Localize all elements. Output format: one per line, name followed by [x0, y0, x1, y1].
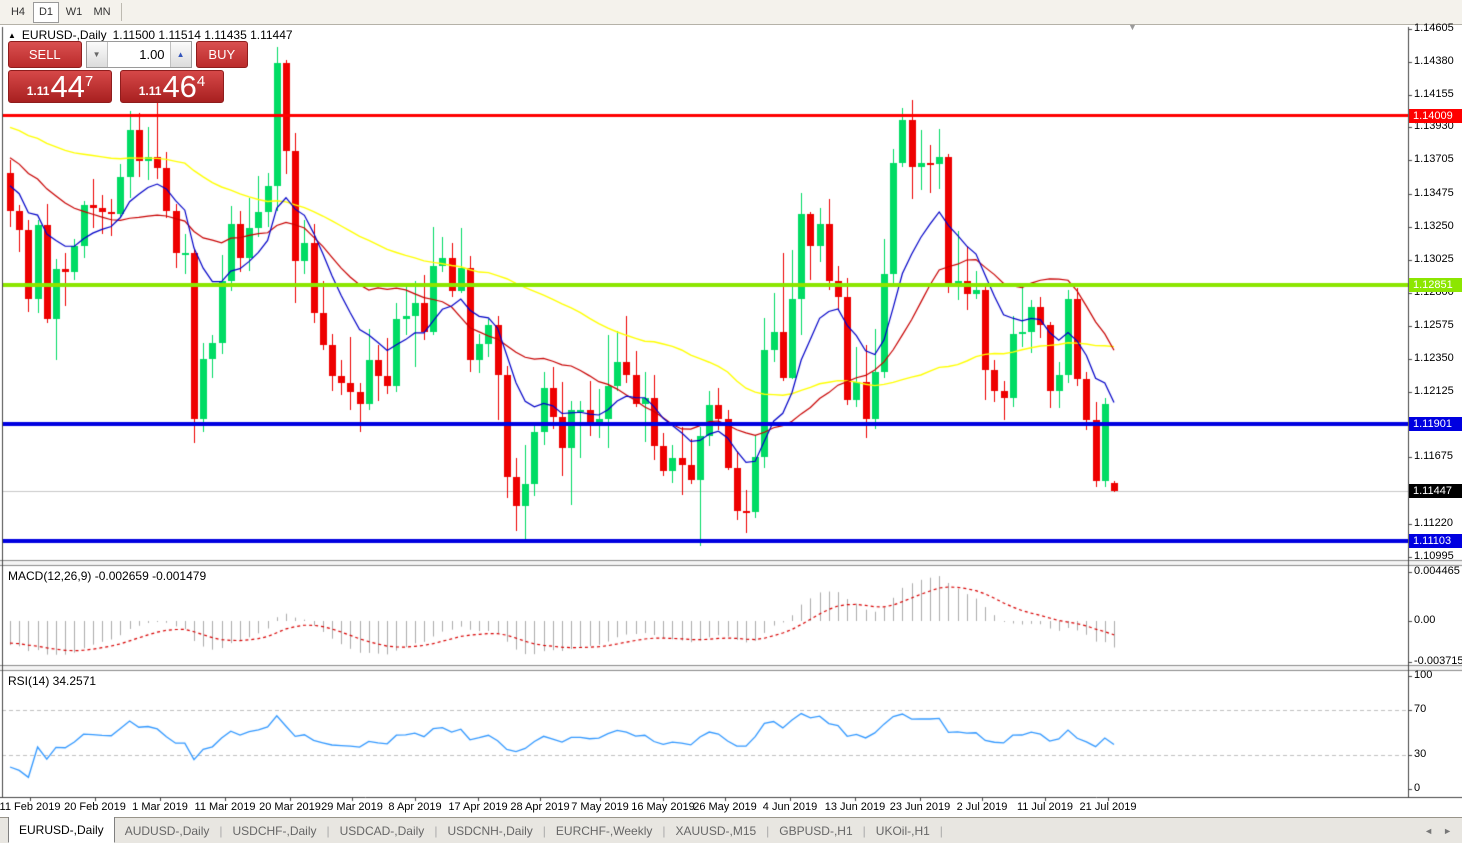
tab-scroll-left-icon[interactable]: ◄: [1424, 826, 1433, 836]
chart-window: ▼ ▲ EURUSD-,Daily 1.11500 1.11514 1.1143…: [0, 25, 1462, 817]
price-axis-tick: 1.11675: [1414, 450, 1453, 462]
rsi-label: RSI(14) 34.2571: [8, 674, 96, 688]
chart-canvas[interactable]: [0, 25, 1462, 817]
price-axis-tick: 1.11220: [1414, 517, 1453, 529]
symbol-tab-usdchf[interactable]: USDCHF-,Daily: [223, 819, 327, 843]
chart-ohlc-values: 1.11500 1.11514 1.11435 1.11447: [113, 28, 293, 42]
price-axis-tick: 1.13025: [1414, 253, 1454, 265]
timeframe-buttons: H4D1W1MN: [4, 2, 116, 23]
chart-title: ▲ EURUSD-,Daily 1.11500 1.11514 1.11435 …: [8, 28, 293, 42]
sell-price-box[interactable]: 1.11447: [8, 70, 112, 103]
price-level-badge: 1.11103: [1409, 534, 1462, 548]
volume-increase-icon[interactable]: ▲: [170, 42, 191, 67]
price-axis-tick: 1.12350: [1414, 352, 1454, 364]
timeframe-button-w1[interactable]: W1: [61, 2, 87, 23]
tab-separator: |: [940, 824, 943, 838]
symbol-tab-usdcad[interactable]: USDCAD-,Daily: [330, 819, 435, 843]
macd-label: MACD(12,26,9) -0.002659 -0.001479: [8, 569, 206, 583]
timeframe-toolbar: H4D1W1MN: [0, 0, 1462, 25]
collapse-panel-icon[interactable]: ▲: [8, 31, 16, 40]
tab-scroll-right-icon[interactable]: ►: [1443, 826, 1452, 836]
rsi-axis-tick: 70: [1414, 703, 1426, 715]
price-axis-tick: 1.12125: [1414, 385, 1454, 397]
sell-button[interactable]: SELL: [8, 41, 82, 68]
symbol-tab-gbpusd[interactable]: GBPUSD-,H1: [769, 819, 862, 843]
scroll-to-end-marker[interactable]: ▼: [1128, 22, 1137, 32]
price-axis-tick: 1.12575: [1414, 319, 1454, 331]
symbol-tab-eurusd[interactable]: EURUSD-,Daily: [8, 816, 115, 843]
buy-price-prefix: 1.11: [139, 84, 162, 98]
symbol-tab-eurchf[interactable]: EURCHF-,Weekly: [546, 819, 662, 843]
volume-input[interactable]: [108, 42, 170, 67]
timeframe-button-h4[interactable]: H4: [5, 2, 31, 23]
buy-price-box[interactable]: 1.11464: [120, 70, 224, 103]
rsi-axis-tick: 100: [1414, 669, 1432, 681]
symbol-tab-bar: EURUSD-,DailyAUDUSD-,Daily | USDCHF-,Daily…: [0, 817, 1462, 843]
macd-axis-tick: -0.003715: [1414, 655, 1462, 667]
price-level-badge: 1.14009: [1409, 109, 1462, 123]
buy-button[interactable]: BUY: [196, 41, 248, 68]
rsi-axis-tick: 0: [1414, 782, 1420, 794]
volume-stepper: ▼ ▲: [86, 41, 192, 68]
price-level-badge: 1.11447: [1409, 484, 1462, 498]
symbol-tab-ukoil[interactable]: UKOil-,H1: [866, 819, 940, 843]
sell-price-prefix: 1.11: [27, 84, 50, 98]
price-axis-tick: 1.13705: [1414, 153, 1454, 165]
price-level-badge: 1.11901: [1409, 417, 1462, 431]
price-axis-tick: 1.13475: [1414, 187, 1454, 199]
trade-panel-prices: 1.11447 1.11464: [8, 70, 248, 103]
timeframe-button-mn[interactable]: MN: [89, 2, 115, 23]
price-level-badge: 1.12851: [1409, 278, 1462, 292]
sell-price-big: 44: [50, 72, 84, 101]
buy-price-big: 46: [162, 72, 196, 101]
one-click-trade-panel: SELL ▼ ▲ BUY 1.11447 1.11464: [8, 41, 248, 103]
timeframe-button-d1[interactable]: D1: [33, 2, 59, 23]
tab-scroll-nav: ◄ ►: [1424, 826, 1462, 836]
price-axis-tick: 1.10995: [1414, 550, 1454, 562]
buy-price-sup: 4: [197, 73, 205, 90]
price-axis-tick: 1.14605: [1414, 22, 1454, 34]
volume-decrease-icon[interactable]: ▼: [87, 42, 108, 67]
symbol-tab-usdcnh[interactable]: USDCNH-,Daily: [437, 819, 542, 843]
macd-axis-tick: 0.00: [1414, 614, 1435, 626]
macd-axis-tick: 0.004465: [1414, 565, 1460, 577]
symbol-tab-xauusd[interactable]: XAUUSD-,M15: [665, 819, 766, 843]
symbol-tab-audusd[interactable]: AUDUSD-,Daily: [115, 819, 220, 843]
trade-panel-controls: SELL ▼ ▲ BUY: [8, 41, 248, 68]
sell-price-sup: 7: [85, 73, 93, 90]
price-axis-tick: 1.14380: [1414, 55, 1454, 67]
price-axis-tick: 1.13250: [1414, 220, 1454, 232]
rsi-axis-tick: 30: [1414, 748, 1426, 760]
toolbar-separator: [121, 3, 122, 21]
price-axis-tick: 1.14155: [1414, 88, 1454, 100]
symbol-tabs: EURUSD-,DailyAUDUSD-,Daily | USDCHF-,Daily…: [8, 818, 943, 843]
chart-symbol-period: EURUSD-,Daily: [22, 28, 107, 42]
price-axis: 1.146051.143801.141551.139301.137051.134…: [1408, 25, 1462, 817]
